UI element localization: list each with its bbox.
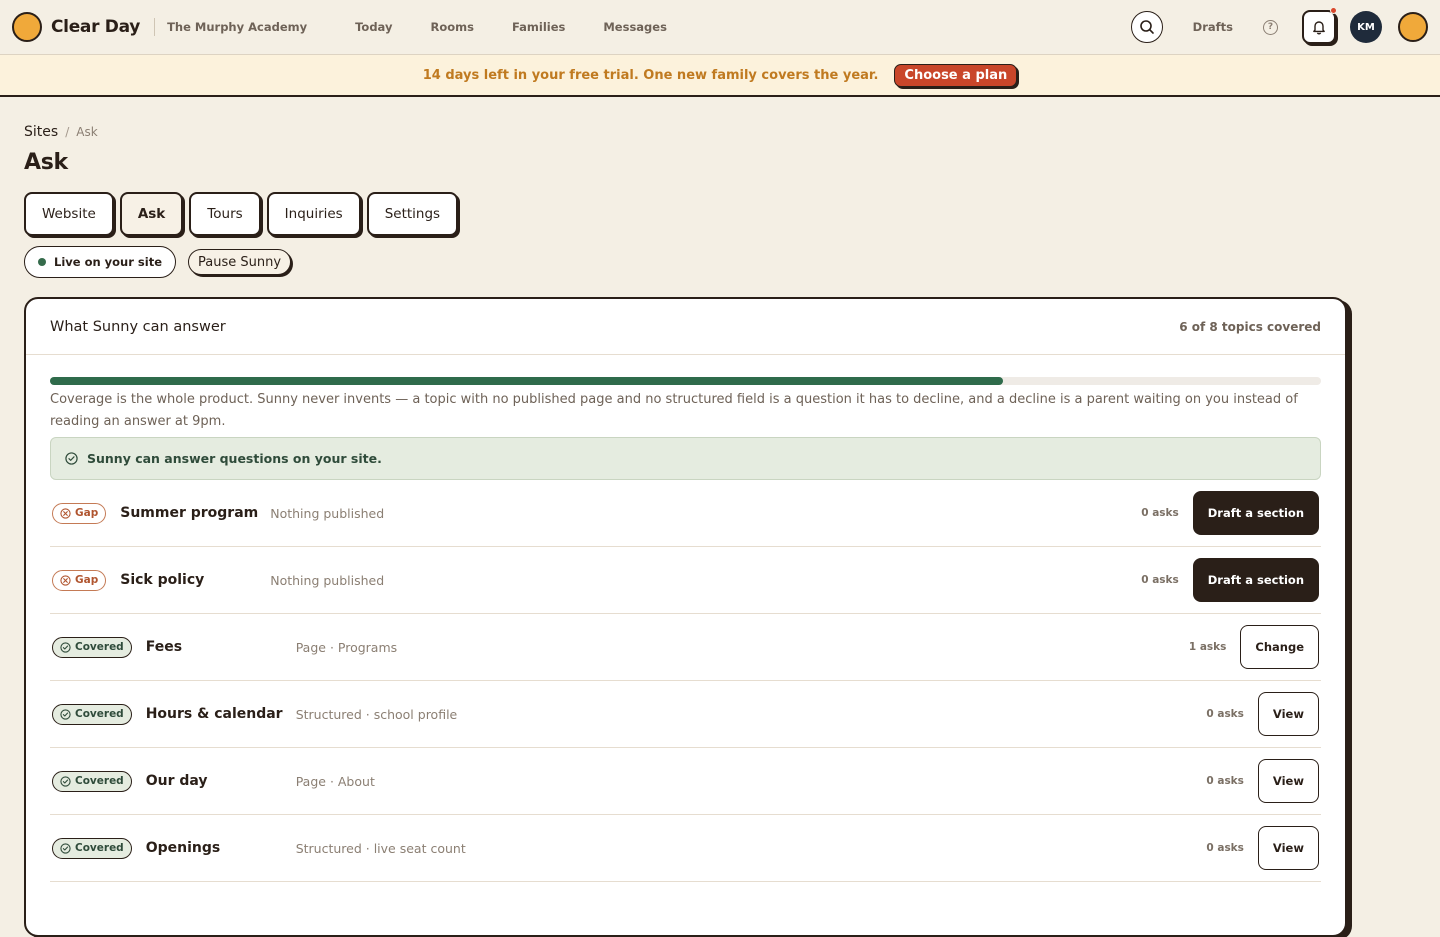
topic-source: Page · Programs: [295, 639, 398, 655]
status-badge-label: Covered: [75, 641, 124, 653]
coverage-progress-bar: [50, 377, 1321, 385]
status-badge: Covered: [52, 703, 132, 725]
search-icon: [1139, 20, 1154, 34]
topic-row: Gap Summer program Nothing published 0 a…: [50, 480, 1321, 547]
notification-dot: [1330, 7, 1337, 14]
status-badge: Covered: [52, 837, 132, 859]
topic-source: Structured · school profile: [295, 706, 458, 722]
breadcrumb-sites[interactable]: Sites: [24, 124, 58, 140]
account-menu-icon[interactable]: [1398, 12, 1428, 42]
avatar[interactable]: KM: [1350, 11, 1382, 43]
help-icon[interactable]: ?: [1263, 19, 1278, 35]
check-circle-icon: [60, 641, 71, 653]
draft-section-button[interactable]: Draft a section: [1192, 558, 1319, 602]
x-circle-icon: [60, 507, 71, 519]
tab-bar: Website Ask Tours Inquiries Settings: [24, 192, 459, 236]
topic-name: Hours & calendar: [145, 706, 283, 722]
logo-icon[interactable]: [12, 12, 42, 42]
view-button[interactable]: View: [1257, 826, 1319, 870]
view-button[interactable]: View: [1257, 692, 1319, 736]
top-nav: Clear Day The Murphy Academy Today Rooms…: [0, 0, 1440, 55]
coverage-card: What Sunny can answer 6 of 8 topics cove…: [24, 297, 1347, 937]
status-badge: Covered: [52, 636, 132, 658]
topic-name: Sick policy: [120, 572, 205, 588]
check-circle-icon: [60, 708, 71, 720]
status-badge-label: Gap: [75, 507, 99, 519]
status-row: Live on your site Pause Sunny: [24, 246, 292, 278]
topic-asks: 0 asks: [1206, 842, 1244, 854]
nav-rooms[interactable]: Rooms: [430, 20, 473, 34]
status-badge: Gap: [52, 569, 107, 591]
coverage-title: What Sunny can answer: [50, 318, 226, 335]
nav-today[interactable]: Today: [355, 20, 392, 34]
status-badge: Covered: [52, 770, 132, 792]
topic-asks: 0 asks: [1141, 507, 1179, 519]
notifications-button[interactable]: [1302, 7, 1337, 44]
view-button[interactable]: View: [1257, 759, 1319, 803]
topic-row: Covered Openings Structured · live seat …: [50, 815, 1321, 882]
topic-asks: 0 asks: [1206, 708, 1244, 720]
topic-name: Openings: [145, 840, 221, 856]
topic-asks: 1 asks: [1188, 641, 1227, 653]
status-badge-label: Gap: [75, 574, 99, 586]
trial-text: 14 days left in your free trial. One new…: [422, 67, 879, 83]
topic-row: Covered Fees Page · Programs 1 asks Chan…: [50, 614, 1321, 681]
school-switcher[interactable]: The Murphy Academy: [167, 20, 307, 34]
tab-website[interactable]: Website: [24, 192, 114, 236]
topic-name: Our day: [145, 773, 208, 789]
coverage-ok-text: Sunny can answer questions on your site.: [87, 451, 382, 466]
status-badge: Gap: [52, 502, 107, 524]
status-badge-label: Covered: [75, 842, 124, 854]
topic-source: Nothing published: [270, 505, 385, 521]
change-button[interactable]: Change: [1240, 625, 1319, 669]
x-circle-icon: [60, 574, 71, 586]
coverage-header: What Sunny can answer 6 of 8 topics cove…: [26, 299, 1345, 355]
topic-row: Gap Sick policy Nothing published 0 asks…: [50, 547, 1321, 614]
tab-tours[interactable]: Tours: [189, 192, 261, 236]
live-status-label: Live on your site: [54, 255, 163, 269]
check-circle-icon: [65, 452, 78, 465]
tab-settings[interactable]: Settings: [366, 192, 459, 236]
bell-icon: [1313, 21, 1325, 35]
nav-messages[interactable]: Messages: [603, 20, 667, 34]
topic-asks: 0 asks: [1206, 775, 1244, 787]
breadcrumb-current: Ask: [76, 125, 98, 139]
topic-source: Nothing published: [270, 572, 385, 588]
trial-banner: 14 days left in your free trial. One new…: [0, 55, 1440, 97]
brand-name[interactable]: Clear Day: [51, 17, 140, 37]
divider: [154, 18, 156, 36]
coverage-count: 6 of 8 topics covered: [1179, 319, 1321, 334]
search-button[interactable]: [1130, 11, 1163, 43]
tab-ask[interactable]: Ask: [119, 192, 184, 236]
topic-row: Covered Hours & calendar Structured · sc…: [50, 681, 1321, 748]
topic-source: Structured · live seat count: [295, 840, 466, 856]
live-status-pill[interactable]: Live on your site: [24, 246, 177, 278]
breadcrumb: Sites / Ask: [24, 124, 98, 140]
choose-plan-button[interactable]: Choose a plan: [894, 63, 1018, 87]
page-title: Ask: [24, 150, 68, 175]
check-circle-icon: [60, 842, 71, 854]
pause-sunny-button[interactable]: Pause Sunny: [188, 249, 292, 275]
topic-asks: 0 asks: [1141, 574, 1179, 586]
nav-families[interactable]: Families: [512, 20, 565, 34]
topic-list: Gap Summer program Nothing published 0 a…: [50, 480, 1321, 882]
topic-source: Page · About: [295, 773, 375, 789]
drafts-link[interactable]: Drafts: [1193, 20, 1233, 34]
status-badge-label: Covered: [75, 775, 124, 787]
topic-row: Covered Our day Page · About 0 asks View: [50, 748, 1321, 815]
check-circle-icon: [60, 775, 71, 787]
topic-name: Summer program: [120, 505, 259, 521]
draft-section-button[interactable]: Draft a section: [1192, 491, 1319, 535]
coverage-description: Coverage is the whole product. Sunny nev…: [50, 392, 1298, 429]
coverage-progress-fill: [50, 377, 1004, 385]
breadcrumb-separator: /: [65, 125, 70, 139]
live-dot-icon: [38, 258, 46, 266]
tab-inquiries[interactable]: Inquiries: [266, 192, 361, 236]
topic-name: Fees: [145, 639, 183, 655]
coverage-ok-banner: Sunny can answer questions on your site.: [50, 437, 1321, 480]
status-badge-label: Covered: [75, 708, 124, 720]
